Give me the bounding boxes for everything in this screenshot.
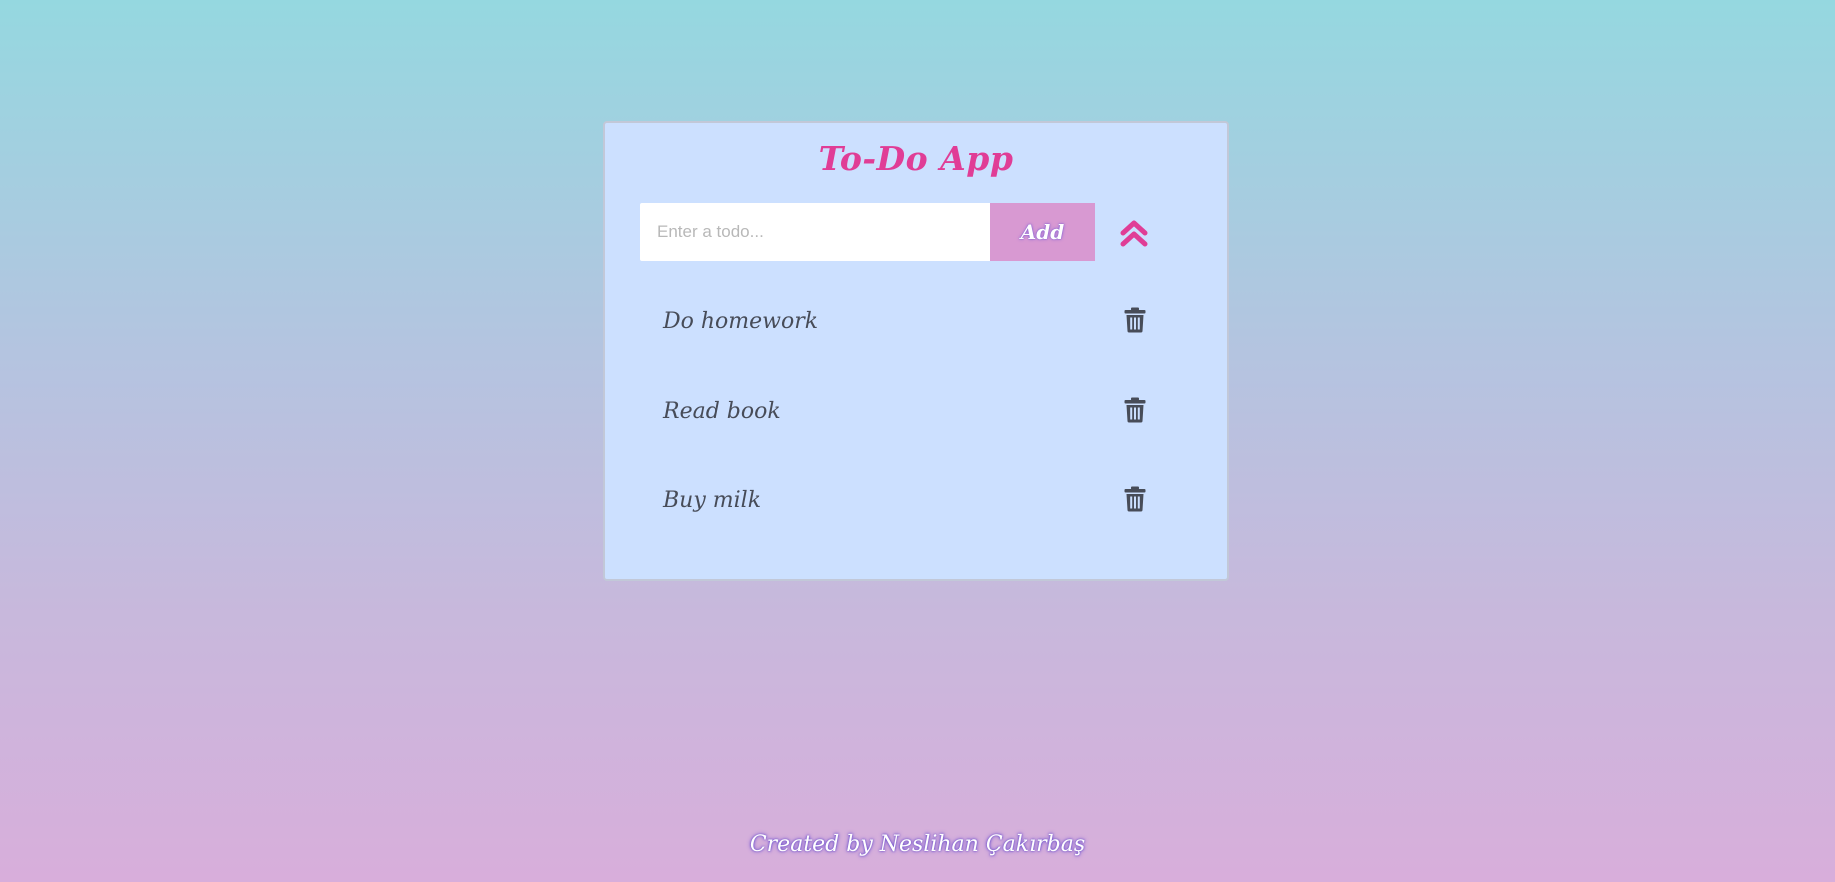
add-button[interactable]: Add [990,203,1095,261]
todo-item: Buy milk [605,470,1227,530]
footer-credit: Created by Neslihan Çakırbaş [749,832,1086,857]
todo-item: Read book [605,381,1227,441]
trash-icon [1124,307,1146,333]
todo-card: To-Do App Add Do homework Read bo [603,121,1229,581]
delete-button[interactable] [1124,397,1146,423]
collapse-button[interactable] [1116,217,1152,249]
trash-icon [1124,397,1146,423]
trash-icon [1124,486,1146,512]
chevron-double-up-icon [1120,220,1148,247]
app-title: To-Do App [818,139,1014,178]
delete-button[interactable] [1124,486,1146,512]
todo-item: Do homework [605,291,1227,351]
todo-text: Do homework [663,309,819,334]
todo-text: Read book [663,399,781,424]
delete-button[interactable] [1124,307,1146,333]
todo-input[interactable] [640,203,990,261]
todo-text: Buy milk [663,488,762,513]
